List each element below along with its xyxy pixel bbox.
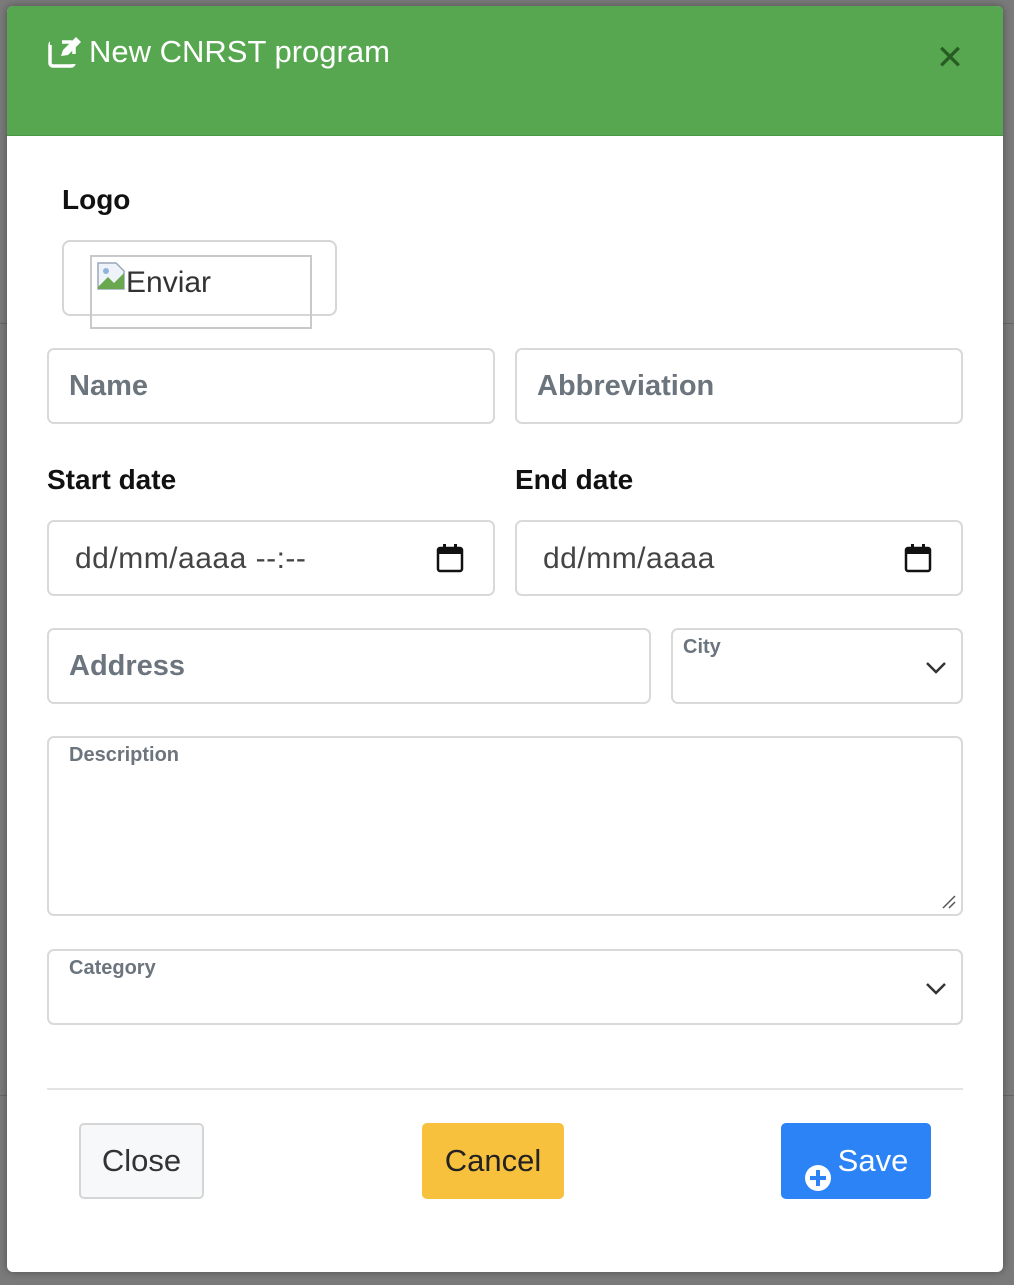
plus-circle-icon <box>804 1146 832 1191</box>
calendar-icon[interactable] <box>435 542 465 574</box>
logo-image[interactable]: Enviar <box>90 255 312 329</box>
broken-image-icon <box>96 261 126 291</box>
name-input[interactable]: Name <box>47 348 495 424</box>
end-date-label: End date <box>515 464 634 495</box>
abbreviation-input[interactable]: Abbreviation <box>515 348 963 424</box>
start-date-value: dd/mm/aaaa --:-- <box>75 542 307 575</box>
category-label: Category <box>69 957 156 979</box>
footer-divider <box>47 1088 963 1090</box>
modal-header: New CNRST program ✕ <box>7 6 1003 136</box>
modal-title: New CNRST program <box>89 34 390 69</box>
cancel-button[interactable]: Cancel <box>422 1123 564 1199</box>
chevron-down-icon <box>925 982 947 996</box>
save-label: Save <box>837 1143 909 1178</box>
name-placeholder: Name <box>69 370 148 402</box>
close-icon[interactable]: ✕ <box>932 40 968 76</box>
end-date-input[interactable]: dd/mm/aaaa <box>515 520 963 596</box>
logo-upload[interactable]: Enviar <box>62 240 337 329</box>
description-textarea[interactable]: Description <box>47 736 963 916</box>
edit-icon <box>47 34 83 70</box>
end-date-value: dd/mm/aaaa <box>543 542 715 575</box>
resize-handle-icon[interactable] <box>939 892 957 910</box>
description-label: Description <box>69 744 180 766</box>
logo-alt-text: Enviar <box>126 266 212 299</box>
city-label: City <box>683 636 721 658</box>
start-date-input[interactable]: dd/mm/aaaa --:-- <box>47 520 495 596</box>
category-select[interactable]: Category <box>47 949 963 1025</box>
chevron-down-icon <box>925 661 947 675</box>
save-button[interactable]: Save <box>781 1123 931 1199</box>
close-button[interactable]: Close <box>79 1123 204 1199</box>
abbreviation-placeholder: Abbreviation <box>537 370 715 402</box>
city-select[interactable]: City <box>671 628 963 704</box>
logo-label: Logo <box>62 184 131 215</box>
calendar-icon[interactable] <box>903 542 933 574</box>
address-input[interactable]: Address <box>47 628 651 704</box>
address-placeholder: Address <box>69 650 186 682</box>
new-program-modal: New CNRST program ✕ Logo Enviar Name Abb… <box>7 6 1003 1272</box>
start-date-label: Start date <box>47 464 177 495</box>
